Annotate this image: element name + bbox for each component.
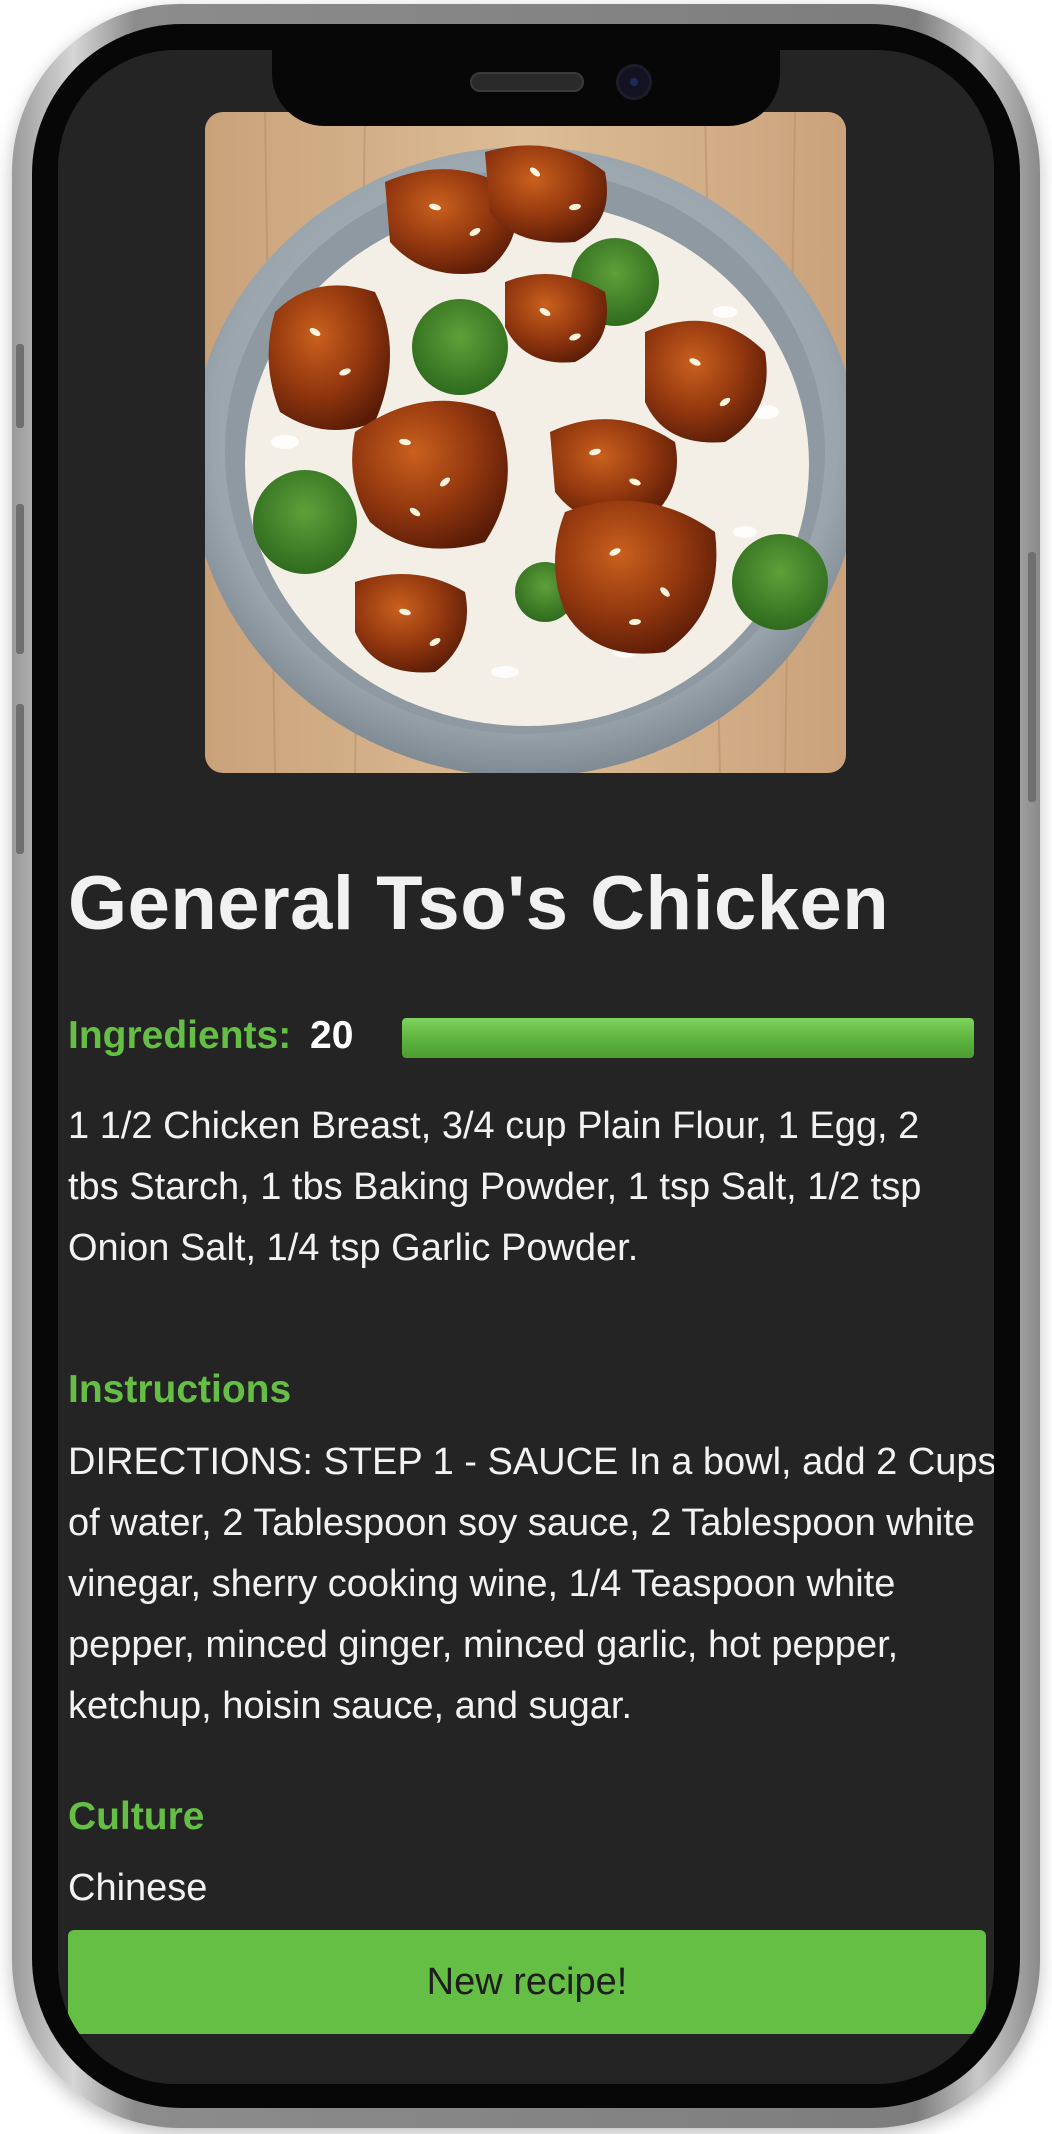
culture-value: Chinese — [68, 1867, 208, 1909]
silent-switch — [16, 344, 24, 428]
ingredients-progress-bar — [402, 1018, 974, 1058]
recipe-title: General Tso's Chicken — [68, 861, 890, 946]
front-camera-icon — [616, 64, 652, 100]
volume-down-button — [16, 704, 24, 854]
ingredients-list: 1 1/2 Chicken Breast, 3/4 cup Plain Flou… — [68, 1105, 922, 1269]
ingredients-summary: Ingredients: 20 — [68, 1010, 974, 1060]
phone-notch — [272, 50, 780, 126]
culture-heading: Culture — [68, 1795, 205, 1838]
instructions-heading: Instructions — [68, 1368, 292, 1411]
power-button — [1028, 552, 1036, 802]
app-screen: General Tso's Chicken Ingredients: 20 1 … — [58, 50, 994, 2084]
new-recipe-button[interactable]: New recipe! — [68, 1930, 986, 2034]
instructions-text: DIRECTIONS: STEP 1 - SAUCE In a bowl, ad… — [68, 1441, 994, 1727]
earpiece-speaker — [470, 72, 584, 92]
recipe-image — [205, 112, 846, 773]
ingredients-label: Ingredients: — [68, 1014, 292, 1057]
ingredients-progress-fill — [402, 1018, 974, 1058]
volume-up-button — [16, 504, 24, 654]
ingredients-count: 20 — [310, 1014, 354, 1057]
